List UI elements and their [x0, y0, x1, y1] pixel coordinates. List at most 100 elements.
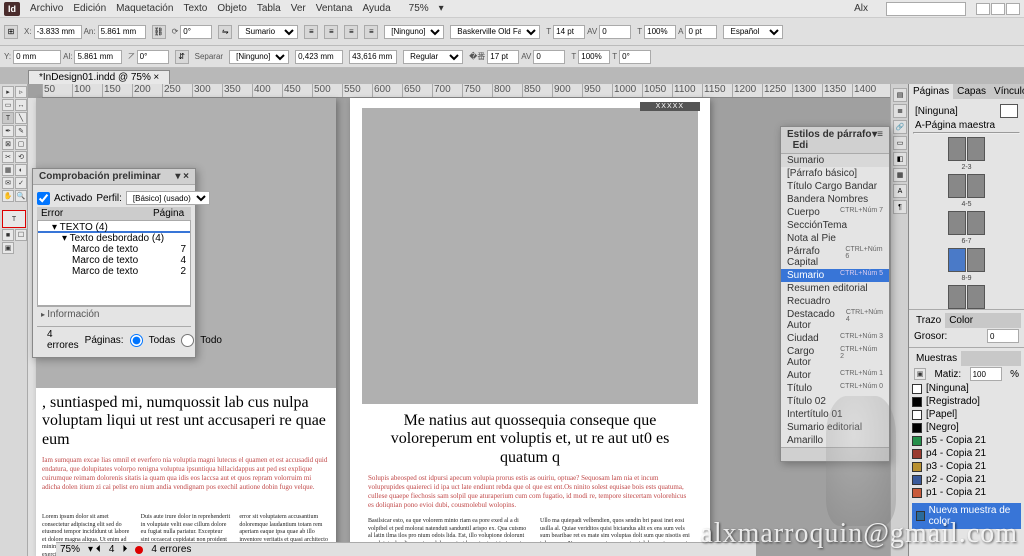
preflight-panel[interactable]: Comprobación preliminar▾ × Activado Perf… — [32, 168, 196, 358]
new-swatch-button[interactable]: Nueva muestra de color — [912, 503, 1021, 529]
apply-color-icon[interactable]: ■ — [2, 229, 14, 241]
flip-h-icon[interactable]: ⇋ — [218, 25, 232, 39]
pstyle-item[interactable]: SecciónTema — [781, 219, 889, 232]
gap2-input[interactable] — [349, 50, 397, 64]
swatch-item[interactable]: p1 - Copia 21 — [912, 486, 1021, 499]
pstyle-item[interactable]: AutorCTRL+Núm 1 — [781, 369, 889, 382]
tab-capas[interactable]: Capas — [953, 84, 990, 99]
swatch-item[interactable]: p3 - Copia 21 — [912, 460, 1021, 473]
menu-objeto[interactable]: Objeto — [217, 3, 246, 14]
rect-frame-tool[interactable]: ⊠ — [2, 138, 14, 150]
font-size-input[interactable] — [553, 25, 585, 39]
gap-tool[interactable]: ↔ — [15, 99, 27, 111]
menu-texto[interactable]: Texto — [183, 3, 207, 14]
pstyle-item[interactable]: Amarillo — [781, 434, 889, 447]
tracking-input[interactable] — [533, 50, 565, 64]
ref-point-icon[interactable]: ⊞ — [4, 25, 18, 39]
pstyles-edit-tab[interactable]: Edi — [793, 140, 809, 151]
page-tool[interactable]: ▭ — [2, 99, 14, 111]
zoom-dropdown-icon[interactable]: ▾ — [439, 3, 444, 14]
view-mode-icon[interactable]: ▣ — [2, 242, 14, 254]
scale-x-input[interactable] — [644, 25, 676, 39]
intro-left[interactable]: Iam sumquam excae lias omnil et everfero… — [42, 456, 330, 492]
tab-paginas[interactable]: Páginas — [909, 84, 953, 99]
mini-links-icon[interactable]: 🔗 — [893, 120, 907, 134]
pstyle-item[interactable]: Título Cargo Bandar — [781, 180, 889, 193]
line-tool[interactable]: ╲ — [15, 112, 27, 124]
tab-vinculos[interactable]: Vínculos — [990, 84, 1024, 99]
pstyle-item[interactable]: Sumario editorial — [781, 421, 889, 434]
tab-trazo[interactable]: Trazo — [912, 313, 945, 328]
rect-tool[interactable]: ▢ — [15, 138, 27, 150]
x-input[interactable] — [34, 25, 82, 39]
y-input[interactable] — [13, 50, 61, 64]
align-center-icon[interactable]: ≡ — [324, 25, 338, 39]
pstyles-menu-icon[interactable]: ▾≡ — [872, 129, 883, 151]
preflight-menu-icon[interactable]: ▾ × — [175, 171, 189, 182]
swatch-item[interactable]: [Registrado] — [912, 395, 1021, 408]
spread-thumb[interactable] — [913, 174, 1020, 198]
transform-tool[interactable]: ⟲ — [15, 151, 27, 163]
swatch-item[interactable]: p2 - Copia 21 — [912, 473, 1021, 486]
swatch-item[interactable]: p5 - Copia 21 — [912, 434, 1021, 447]
w-input[interactable] — [98, 25, 146, 39]
stroke-select[interactable]: [Ninguno] — [229, 50, 289, 64]
hyphenate-label[interactable]: Separar — [195, 52, 223, 61]
mini-color-icon[interactable]: ◧ — [893, 152, 907, 166]
swatch-item[interactable]: [Ninguna] — [912, 382, 1021, 395]
preflight-sel-radio[interactable] — [181, 334, 194, 347]
pstyle-item[interactable]: Resumen editorial — [781, 282, 889, 295]
pstyle-item[interactable]: CuerpoCTRL+Núm 7 — [781, 206, 889, 219]
pstyle-item[interactable]: Intertítulo 01 — [781, 408, 889, 421]
master-none[interactable]: [Ninguna] — [915, 106, 958, 117]
minimize-button[interactable] — [976, 3, 990, 15]
page-right[interactable]: XXXXX Me natius aut quossequia conseque … — [350, 98, 710, 556]
spread-thumb[interactable] — [913, 137, 1020, 161]
pstyle-item[interactable]: Nota al Pie — [781, 232, 889, 245]
fill-icon[interactable]: ▣ — [914, 368, 926, 380]
align-left-icon[interactable]: ≡ — [304, 25, 318, 39]
hand-tool[interactable]: ✋ — [2, 190, 14, 202]
mini-stroke-icon[interactable]: ▭ — [893, 136, 907, 150]
menu-ayuda[interactable]: Ayuda — [362, 3, 390, 14]
menu-ventana[interactable]: Ventana — [316, 3, 353, 14]
language-select[interactable]: Español — [723, 25, 783, 39]
mini-swatches-icon[interactable]: ▦ — [893, 168, 907, 182]
note-tool[interactable]: ✉ — [2, 177, 14, 189]
h-input[interactable] — [74, 50, 122, 64]
image-placeholder-right[interactable] — [362, 108, 698, 404]
pstyle-item[interactable]: Bandera Nombres — [781, 193, 889, 206]
master-none-thumb[interactable] — [1000, 104, 1018, 118]
pstyle-item[interactable]: CiudadCTRL+Núm 3 — [781, 332, 889, 345]
search-help-input[interactable] — [886, 2, 966, 16]
char-style-select[interactable]: Sumario — [238, 25, 298, 39]
spread-thumb[interactable] — [913, 248, 1020, 272]
leading-input[interactable] — [487, 50, 519, 64]
direct-select-tool[interactable]: ▹ — [15, 86, 27, 98]
preflight-info-label[interactable]: Información — [47, 309, 99, 320]
gradient-tool[interactable]: ▦ — [2, 164, 14, 176]
pstyle-item[interactable]: Título 02 — [781, 395, 889, 408]
zoom-level[interactable]: 75% — [409, 3, 429, 14]
preflight-all-radio[interactable] — [130, 334, 143, 347]
pstyle-item[interactable]: [Párrafo básico] — [781, 167, 889, 180]
pstyle-item[interactable]: Destacado AutorCTRL+Núm 4 — [781, 308, 889, 332]
align-right-icon[interactable]: ≡ — [344, 25, 358, 39]
type-tool[interactable]: T — [2, 112, 14, 124]
preflight-profile-select[interactable]: [Básico] (usado) — [126, 191, 210, 205]
align-justify-icon[interactable]: ≡ — [364, 25, 378, 39]
maximize-button[interactable] — [991, 3, 1005, 15]
gradient-feather-tool[interactable]: ◐ — [15, 164, 27, 176]
pstyle-item[interactable]: Cargo AutorCTRL+Núm 2 — [781, 345, 889, 369]
swatch-item[interactable]: p4 - Copia 21 — [912, 447, 1021, 460]
tint-input[interactable] — [970, 367, 1002, 381]
menu-tabla[interactable]: Tabla — [257, 3, 281, 14]
pstyle-item[interactable]: Párrafo CapitalCTRL+Núm 6 — [781, 245, 889, 269]
flip-v-icon[interactable]: ⇵ — [175, 50, 189, 64]
stroke-weight-input[interactable] — [987, 329, 1019, 343]
col-error[interactable]: Error — [37, 207, 149, 220]
mini-char-icon[interactable]: A — [893, 184, 907, 198]
mini-para-icon[interactable]: ¶ — [893, 200, 907, 214]
user-label[interactable]: Alx — [854, 3, 868, 14]
kerning-input[interactable] — [599, 25, 631, 39]
